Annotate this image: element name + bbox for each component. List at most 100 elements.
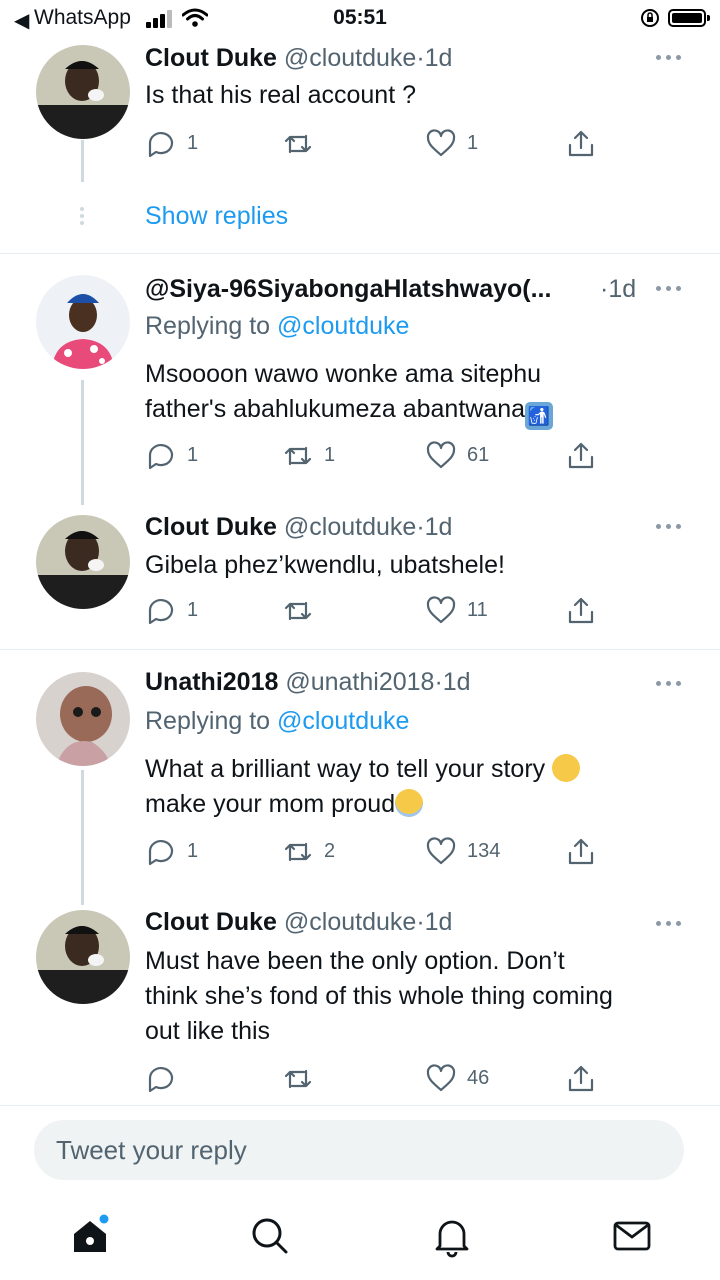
avatar-siya[interactable] (36, 275, 130, 369)
tweet-text: Must have been the only option. Don’t th… (145, 947, 613, 1045)
tweet-2[interactable]: @Siya-96SiyabongaHlatshwayo(... ·1d Repl… (0, 255, 720, 505)
user-handle[interactable]: @cloutduke (284, 44, 416, 72)
search-icon (252, 1218, 288, 1254)
divider (0, 253, 720, 254)
tweet-header: Unathi2018 @unathi2018·1d (145, 668, 471, 696)
heart-icon (426, 837, 456, 865)
heart-icon (426, 1064, 456, 1092)
retweet-icon (284, 1069, 312, 1089)
tweet-header: Clout Duke @cloutduke·1d (145, 44, 453, 72)
share-icon (568, 442, 594, 469)
reply-icon (148, 599, 174, 625)
reply-input[interactable]: Tweet your reply (34, 1120, 684, 1180)
more-options-icon[interactable] (656, 919, 684, 929)
home-icon (74, 1214, 109, 1252)
tab-notifications[interactable] (430, 1214, 474, 1258)
tweet-text: Gibela phez’kwendlu, ubatshele! (145, 551, 505, 579)
display-name[interactable]: Clout Duke (145, 908, 277, 936)
tweet-time: 1d (608, 275, 637, 303)
tweet-4[interactable]: Unathi2018 @unathi2018·1d Replying to @c… (0, 650, 720, 905)
reply-icon (148, 132, 174, 158)
tweet-text: What a brilliant way to tell your story … (145, 752, 680, 822)
tweet-actions: 1 2 134 (145, 836, 605, 868)
tweet-3[interactable]: Clout Duke @cloutduke·1d Gibela phez’kwe… (0, 495, 720, 650)
tweet-time: 1d (424, 513, 453, 541)
reply-count: 1 (187, 840, 199, 862)
more-options-icon[interactable] (656, 53, 684, 63)
reply-icon (148, 1067, 174, 1093)
display-name[interactable]: Clout Duke (145, 513, 277, 541)
more-options-icon[interactable] (656, 522, 684, 532)
avatar-clout-duke[interactable] (36, 515, 130, 609)
more-options-icon[interactable] (656, 679, 684, 689)
thread-line (81, 770, 84, 905)
heart-icon (426, 129, 456, 157)
tweet-actions: 1 11 (145, 595, 605, 627)
reply-placeholder: Tweet your reply (56, 1135, 247, 1165)
tab-search[interactable] (248, 1214, 292, 1258)
share-icon (568, 597, 594, 624)
tweet-header: Clout Duke @cloutduke·1d (145, 908, 453, 936)
reply-icon (148, 840, 174, 866)
tweet-actions: 1 1 (145, 128, 605, 160)
tweet-text: Is that his real account ? (145, 81, 416, 109)
share-icon (568, 838, 594, 865)
more-options-icon[interactable] (656, 284, 684, 294)
tweet-actions: 1 1 61 (145, 440, 605, 472)
retweet-icon (284, 842, 312, 862)
display-name[interactable]: Clout Duke (145, 44, 277, 72)
user-handle[interactable]: @unathi2018 (285, 668, 434, 696)
like-count: 46 (467, 1067, 490, 1089)
tab-home[interactable] (68, 1214, 112, 1258)
display-name[interactable]: Unathi2018 (145, 668, 278, 696)
envelope-icon (613, 1221, 651, 1251)
reply-count: 1 (187, 444, 199, 466)
tweet-header: Clout Duke @cloutduke·1d (145, 513, 453, 541)
tweet-time: 1d (424, 908, 453, 936)
reply-count: 1 (187, 599, 199, 621)
like-count: 61 (467, 444, 490, 466)
user-handle[interactable]: @cloutduke (284, 908, 416, 936)
heart-icon (426, 441, 456, 469)
ok-hand-emoji (552, 754, 581, 782)
replying-to: Replying to @cloutduke (145, 312, 410, 340)
tweet-time: 1d (424, 44, 453, 72)
replying-to: Replying to @cloutduke (145, 707, 410, 735)
show-replies-link[interactable]: Show replies (145, 202, 288, 231)
retweet-count: 2 (324, 840, 336, 862)
reply-icon (148, 444, 174, 470)
avatar-clout-duke[interactable] (36, 910, 130, 1004)
avatar-clout-duke[interactable] (36, 45, 130, 139)
heart-icon (426, 596, 456, 624)
tweet-actions: 46 (145, 1063, 605, 1095)
user-handle[interactable]: @cloutduke (284, 513, 416, 541)
mention-link[interactable]: @cloutduke (277, 312, 409, 340)
thread-line (81, 380, 84, 505)
tweet-text: Msoooon wawo wonke ama sitephu father's … (145, 357, 680, 430)
like-count: 134 (467, 840, 501, 862)
thread-gap-dots (80, 207, 85, 228)
tab-messages[interactable] (610, 1214, 654, 1258)
retweet-icon (284, 446, 312, 466)
like-count: 11 (467, 599, 488, 621)
litter-bin-emoji: 🚮 (525, 402, 554, 430)
avatar-unathi[interactable] (36, 672, 130, 766)
tweet-1[interactable]: Clout Duke @cloutduke·1d Is that his rea… (0, 0, 720, 255)
bottom-tab-bar (0, 1200, 720, 1280)
tweet-time-wrap: ·1d (600, 275, 637, 303)
like-count: 1 (467, 132, 479, 154)
divider (0, 1105, 720, 1106)
display-name[interactable]: @Siya-96SiyabongaHlatshwayo(... (145, 275, 551, 303)
tweet-5[interactable]: Clout Duke @cloutduke·1d Must have been … (0, 890, 720, 1106)
reply-count: 1 (187, 132, 199, 154)
share-icon (568, 1065, 594, 1092)
mention-link[interactable]: @cloutduke (277, 707, 409, 735)
bell-icon (435, 1220, 469, 1258)
tweet-time: 1d (442, 668, 471, 696)
thread-line (81, 140, 84, 182)
retweet-count: 1 (324, 444, 336, 466)
smiling-face-with-halo-emoji (395, 789, 424, 817)
tweet-header: @Siya-96SiyabongaHlatshwayo(... (145, 275, 648, 307)
share-icon (568, 130, 594, 157)
retweet-icon (284, 134, 312, 154)
